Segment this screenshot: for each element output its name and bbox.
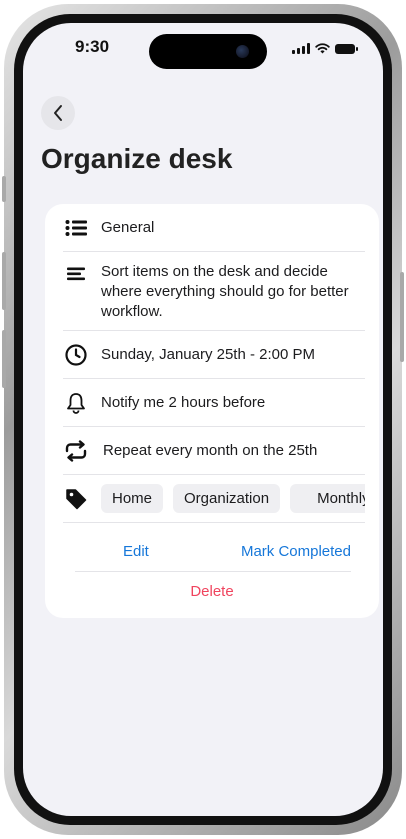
action-button [2, 176, 6, 202]
page-title: Organize desk [41, 143, 233, 174]
description-text: Sort items on the desk and decide where … [101, 263, 349, 320]
repeat-text: Repeat every month on the 25th [103, 441, 318, 459]
repeat-row: Repeat every month on the 25th [63, 427, 365, 475]
actions-row: Edit Mark Completed [75, 531, 351, 572]
bell-icon [63, 390, 89, 416]
reminder-row: Notify me 2 hours before [63, 379, 365, 427]
mark-completed-button[interactable]: Mark Completed [241, 543, 351, 560]
tag-chip[interactable]: Monthly [290, 484, 365, 513]
due-date-row: Sunday, January 25th - 2:00 PM [63, 331, 365, 379]
reminder-text: Notify me 2 hours before [101, 393, 266, 411]
tags-list: Home Organization Monthly [101, 484, 365, 513]
volume-down-button [2, 330, 6, 388]
camera-icon [236, 45, 249, 58]
screen: 9:30 Organize desk General Sort items on… [23, 23, 383, 816]
volume-up-button [2, 252, 6, 310]
tag-icon [63, 486, 89, 512]
task-detail-card: General Sort items on the desk and decid… [45, 204, 379, 618]
bezel: 9:30 Organize desk General Sort items on… [14, 14, 392, 825]
category-label: General [101, 218, 155, 236]
clock-icon [63, 342, 89, 368]
tag-chip[interactable]: Home [101, 484, 164, 513]
status-icons [292, 43, 358, 54]
list-icon [63, 215, 89, 241]
back-button[interactable] [41, 96, 75, 130]
status-time: 9:30 [75, 37, 110, 56]
signal-icon [292, 43, 310, 54]
battery-icon [335, 43, 358, 54]
delete-button[interactable]: Delete [45, 583, 379, 600]
dynamic-island [149, 34, 267, 69]
due-date-text: Sunday, January 25th - 2:00 PM [101, 345, 316, 363]
wifi-icon [315, 43, 330, 54]
tags-row: Home Organization Monthly [63, 475, 365, 523]
back-chevron-icon [54, 105, 62, 121]
power-button [400, 272, 404, 362]
description-icon [63, 262, 89, 288]
description-row: Sort items on the desk and decide where … [63, 252, 365, 331]
repeat-icon [63, 438, 89, 464]
tag-chip[interactable]: Organization [173, 484, 281, 513]
edit-button[interactable]: Edit [123, 543, 149, 560]
category-row: General [63, 204, 365, 252]
phone-frame: 9:30 Organize desk General Sort items on… [2, 4, 404, 835]
